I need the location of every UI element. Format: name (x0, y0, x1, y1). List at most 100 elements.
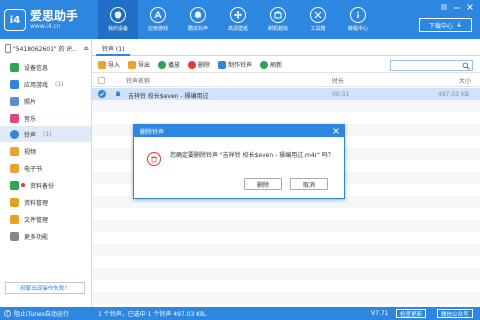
sidebar-item-label: 音乐 (24, 115, 37, 123)
nav-wallpapers[interactable]: 高清壁纸 (218, 0, 258, 39)
sidebar-item-apps[interactable]: 应用游戏 (1) (0, 76, 91, 92)
device-info-icon (10, 62, 19, 72)
search-icon[interactable] (462, 62, 470, 70)
search-input[interactable] (390, 60, 473, 71)
sidebar-item-label: 设备信息 (24, 64, 49, 72)
export-button[interactable]: 导出 (126, 59, 152, 71)
nav-ringtones[interactable]: 酷炫铃声 (178, 0, 218, 39)
nav-label: 应用游戏 (147, 26, 168, 32)
info-icon (350, 7, 366, 23)
main-nav: 我的设备 应用游戏 酷炫铃声 高清壁纸 刷机越狱 工具箱 教程中心 (98, 0, 378, 39)
row-checkbox[interactable] (98, 90, 106, 98)
tab-ringtones[interactable]: 铃声 (1) (96, 42, 131, 56)
nav-label: 刷机越狱 (267, 26, 288, 32)
refresh-label: 刷新 (270, 62, 283, 69)
nav-label: 工具箱 (310, 26, 326, 32)
dialog-title: 删除铃声 (140, 129, 165, 136)
refresh-button[interactable]: 刷新 (258, 59, 284, 71)
help-button[interactable]: 频繁出现操作失败？ (5, 282, 85, 294)
play-label: 播放 (168, 62, 181, 69)
app-window: { "app": { "name": "爱思助手", "url": "www.i… (0, 0, 480, 320)
nav-tutorials[interactable]: 教程中心 (338, 0, 378, 39)
sidebar-item-music[interactable]: 音乐 (0, 110, 91, 126)
delete-confirm-button[interactable]: 删除 (244, 178, 282, 190)
delete-button[interactable]: 删除 (186, 59, 212, 71)
table-row[interactable]: 吉祥铃 校长$even - 操编用过 00:31 497.03 KB (92, 88, 480, 100)
cancel-button[interactable]: 取消 (290, 178, 328, 190)
empty-row (92, 256, 480, 268)
sidebar-item-label: 电子书 (24, 165, 43, 173)
ebook-icon (10, 163, 19, 173)
download-center-label: 下载中心 (428, 22, 453, 30)
app-name: 爱思助手 (30, 9, 79, 23)
play-button[interactable]: 播放 (156, 59, 182, 71)
play-icon (158, 60, 167, 69)
video-icon (10, 146, 19, 156)
apple-icon (110, 7, 126, 23)
sidebar-item-photos[interactable]: 照片 (0, 93, 91, 109)
make-ringtone-label: 制作铃声 (228, 62, 253, 69)
app-store-icon (150, 7, 166, 23)
sidebar-item-videos[interactable]: 视频 (0, 143, 91, 159)
bell-icon (190, 7, 206, 23)
sidebar-item-ebooks[interactable]: 电子书 (0, 160, 91, 176)
sidebar-item-backup[interactable]: 资料备份 (0, 177, 91, 193)
close-icon[interactable] (466, 3, 474, 11)
import-button[interactable]: 导入 (96, 59, 122, 71)
sidebar-item-ringtones[interactable]: 铃声 (1) (0, 126, 91, 142)
nav-apps[interactable]: 应用游戏 (138, 0, 178, 39)
empty-row (92, 208, 480, 220)
version-label: V7.71 (371, 310, 389, 317)
make-ringtone-button[interactable]: 制作铃声 (216, 59, 254, 71)
delete-label: 删除 (198, 62, 211, 69)
empty-row (92, 292, 480, 304)
select-all-checkbox[interactable] (98, 77, 105, 84)
itunes-autorun-label: 阻止iTunes自动运行 (14, 311, 69, 318)
row-duration: 00:31 (332, 91, 350, 98)
nav-label: 高清壁纸 (227, 26, 248, 32)
minimize-icon[interactable] (453, 3, 461, 11)
close-icon[interactable] (332, 127, 340, 135)
nav-flash-jailbreak[interactable]: 刷机越狱 (258, 0, 298, 39)
dialog-title-bar[interactable]: 删除铃声 (134, 125, 344, 137)
apps-icon (10, 79, 19, 89)
itunes-autorun-toggle[interactable]: 阻止iTunes自动运行 (4, 307, 69, 320)
ringtone-file-icon (116, 91, 120, 96)
menu-icon[interactable] (440, 3, 448, 11)
ringtone-icon (10, 129, 19, 139)
wechat-button[interactable]: 微信公众号 (437, 309, 473, 318)
nav-toolbox[interactable]: 工具箱 (298, 0, 338, 39)
dialog-message: 您确定要删除铃声 "吉祥铃 校长$even - 操编用过.m4r" 吗？ (170, 152, 334, 159)
header-name[interactable]: 铃声名称 (126, 76, 150, 85)
phone-icon (5, 44, 11, 53)
sidebar-item-more[interactable]: 更多功能 (0, 228, 91, 244)
nav-label: 教程中心 (347, 26, 368, 32)
nav-label: 酷炫铃声 (187, 26, 208, 32)
sidebar-item-label: 资料管理 (24, 199, 49, 207)
empty-row (92, 244, 480, 256)
row-name: 吉祥铃 校长$even - 操编用过 (128, 93, 209, 100)
sidebar: "5418062601" 的 iP... ⏏ 设备信息 应用游戏 (1) 照片 … (0, 39, 92, 307)
header-size[interactable]: 大小 (459, 76, 471, 85)
device-selector[interactable]: "5418062601" 的 iP... ⏏ (5, 43, 89, 54)
table-header: 铃声名称 时长 大小 (92, 74, 480, 87)
nav-my-device[interactable]: 我的设备 (98, 0, 138, 39)
eject-icon[interactable]: ⏏ (83, 45, 89, 52)
delete-ringtone-dialog: 删除铃声 您确定要删除铃声 "吉祥铃 校长$even - 操编用过.m4r" 吗… (133, 124, 345, 199)
check-update-button[interactable]: 检查更新 (396, 309, 427, 318)
download-center-button[interactable]: 下载中心 (419, 18, 472, 32)
box-icon (270, 7, 286, 23)
sidebar-item-file-management[interactable]: 文件管理 (0, 211, 91, 227)
empty-row (92, 268, 480, 280)
header-duration[interactable]: 时长 (332, 76, 344, 85)
more-icon (10, 231, 19, 241)
device-name: "5418062601" 的 iP... (13, 46, 77, 53)
make-ringtone-icon (218, 60, 227, 69)
tab-bar: 铃声 (1) (92, 39, 480, 56)
selection-summary: 1 个铃声，已选中 1 个铃声 497.03 KB。 (98, 311, 211, 318)
sidebar-item-label: 照片 (24, 98, 37, 106)
sidebar-item-label: 铃声 (24, 131, 37, 139)
row-size: 497.03 KB (438, 91, 469, 98)
sidebar-item-data-management[interactable]: 资料管理 (0, 194, 91, 210)
sidebar-item-device-info[interactable]: 设备信息 (0, 59, 91, 75)
